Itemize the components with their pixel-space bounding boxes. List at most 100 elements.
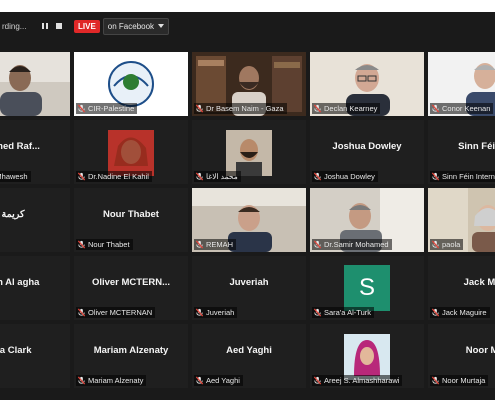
participant-tile[interactable]: Aed Yaghi Aed Yaghi (192, 324, 306, 388)
participant-display-name: Mariam Alzenaty (93, 345, 169, 356)
participant-name: Sara'a Al-Turk (324, 308, 372, 317)
mic-muted-icon (195, 104, 204, 113)
participant-tile[interactable]: san Al aghaAl agha (0, 256, 70, 320)
participant-display-name: san Al agha (0, 277, 40, 288)
participant-name: Declan Kearney (324, 104, 378, 113)
mic-muted-icon (431, 172, 440, 181)
participant-name: Dr.Nadine El Kahil (88, 172, 149, 181)
participant-name-label: Dr Basem Naim - Gaza (194, 103, 287, 114)
participant-name: Jack Maguire (442, 308, 487, 317)
participant-tile[interactable]: Juveriah Juveriah (192, 256, 306, 320)
mic-muted-icon (313, 104, 322, 113)
participant-name-label: Dr.Nadine El Kahil (76, 171, 152, 182)
mic-muted-icon (313, 240, 322, 249)
participant-name-label: CIR-Palestine (76, 103, 138, 114)
participant-name-label: Sinn Féin Interna (430, 171, 495, 182)
participant-name: CIR-Palestine (88, 104, 135, 113)
participant-tile[interactable]: REMAH (192, 188, 306, 252)
participant-tile[interactable]: Sinn Féin In Sinn Féin Interna (428, 120, 495, 184)
avatar-letter: S (358, 274, 375, 301)
participant-display-name: Oliver MCTERN... (91, 277, 171, 288)
stream-destination-dropdown[interactable]: on Facebook (102, 17, 170, 35)
participant-display-name: lia Clark (0, 345, 32, 356)
recording-status: rding... (2, 21, 27, 31)
participant-tile[interactable]: Nour Thabet Nour Thabet (74, 188, 188, 252)
participant-tile[interactable]: Waleed (0, 52, 70, 116)
participant-name-label: Areej S. Almashharawi (312, 375, 403, 386)
participant-name: paola (442, 240, 461, 249)
mic-muted-icon (431, 104, 440, 113)
mic-muted-icon (77, 240, 86, 249)
participant-name-label: Conor Keenan (430, 103, 494, 114)
participant-display-name: Aed Yaghi (226, 345, 272, 356)
participant-name-label: Juveriah (194, 307, 238, 318)
mic-muted-icon (313, 376, 322, 385)
participant-tile[interactable]: Oliver MCTERN... Oliver MCTERNAN (74, 256, 188, 320)
participant-tile[interactable]: Mariam Alzenaty Mariam Alzenaty (74, 324, 188, 388)
participant-display-name: Noor Mu (465, 345, 495, 356)
mic-muted-icon (77, 376, 86, 385)
participant-name-label: محمد الاغا (194, 171, 241, 182)
live-badge: LIVE (74, 19, 100, 33)
participant-tile[interactable]: Areej S. Almashharawi (310, 324, 424, 388)
participant-name-label: Dr.Samir Mohamed (312, 239, 392, 250)
participant-name: Dr Basem Naim - Gaza (206, 104, 284, 113)
participant-name: d Rafik Mhawesh (0, 172, 28, 181)
participant-name-label: Oliver MCTERNAN (76, 307, 156, 318)
participant-tile[interactable]: lia Clarkk (0, 324, 70, 388)
mic-muted-icon (431, 308, 440, 317)
mic-muted-icon (195, 376, 204, 385)
participant-name-label: Nour Thabet (76, 239, 133, 250)
participant-name: Nour Thabet (88, 240, 130, 249)
mic-muted-icon (313, 172, 322, 181)
mic-muted-icon (195, 308, 204, 317)
participant-name-label: Noor Murtaja (430, 375, 489, 386)
participant-name: Juveriah (206, 308, 235, 317)
participant-name: Oliver MCTERNAN (88, 308, 153, 317)
participant-name-label: Sara'a Al-Turk (312, 307, 375, 318)
stop-icon[interactable] (54, 21, 64, 31)
participant-display-name: Joshua Dowley (332, 141, 402, 152)
participant-name-label: Mariam Alzenaty (76, 375, 147, 386)
participant-tile[interactable]: mmed Raf... d Rafik Mhawesh (0, 120, 70, 184)
mic-muted-icon (195, 172, 204, 181)
participant-tile[interactable]: Declan Kearney (310, 52, 424, 116)
participant-display-name: Sinn Féin In (458, 141, 495, 152)
participant-display-name: كريمة (1, 209, 25, 220)
mic-muted-icon (77, 172, 86, 181)
participant-name: Aed Yaghi (206, 376, 240, 385)
participant-tile[interactable]: كريمة (0, 188, 70, 252)
participant-name: Mariam Alzenaty (88, 376, 144, 385)
participant-tile[interactable]: Dr.Samir Mohamed (310, 188, 424, 252)
participant-name: Sinn Féin Interna (442, 172, 495, 181)
participant-tile[interactable]: Noor Mu Noor Murtaja (428, 324, 495, 388)
caret-down-icon (158, 24, 165, 28)
participant-name: Areej S. Almashharawi (324, 376, 400, 385)
meeting-window: rding... LIVE on Facebook Waleed CIR-Pale… (0, 12, 495, 400)
participant-tile[interactable]: Conor Keenan (428, 52, 495, 116)
participant-name-label: paola (430, 239, 464, 250)
mic-muted-icon (313, 308, 322, 317)
mic-muted-icon (195, 240, 204, 249)
pause-icon[interactable] (40, 21, 50, 31)
participant-display-name: Jack Mag (463, 277, 495, 288)
participant-tile[interactable]: Joshua Dowley Joshua Dowley (310, 120, 424, 184)
mic-muted-icon (431, 376, 440, 385)
participant-tile[interactable]: paola (428, 188, 495, 252)
participant-tile[interactable]: S Sara'a Al-Turk (310, 256, 424, 320)
participant-tile[interactable]: CIR-Palestine (74, 52, 188, 116)
participant-name-label: Jack Maguire (430, 307, 490, 318)
participant-name: Dr.Samir Mohamed (324, 240, 389, 249)
participant-name: محمد الاغا (206, 172, 238, 181)
participant-display-name: Nour Thabet (103, 209, 159, 220)
stream-destination-label: on Facebook (107, 21, 155, 31)
participant-tile-active-speaker[interactable]: Dr Basem Naim - Gaza (192, 52, 306, 116)
participant-tile[interactable]: Jack Mag Jack Maguire (428, 256, 495, 320)
participant-tile[interactable]: محمد الاغا (192, 120, 306, 184)
participant-name: Conor Keenan (442, 104, 491, 113)
participant-name: REMAH (206, 240, 234, 249)
participant-tile[interactable]: Dr.Nadine El Kahil (74, 120, 188, 184)
participant-name: Noor Murtaja (442, 376, 486, 385)
mic-muted-icon (77, 104, 86, 113)
mic-muted-icon (77, 308, 86, 317)
